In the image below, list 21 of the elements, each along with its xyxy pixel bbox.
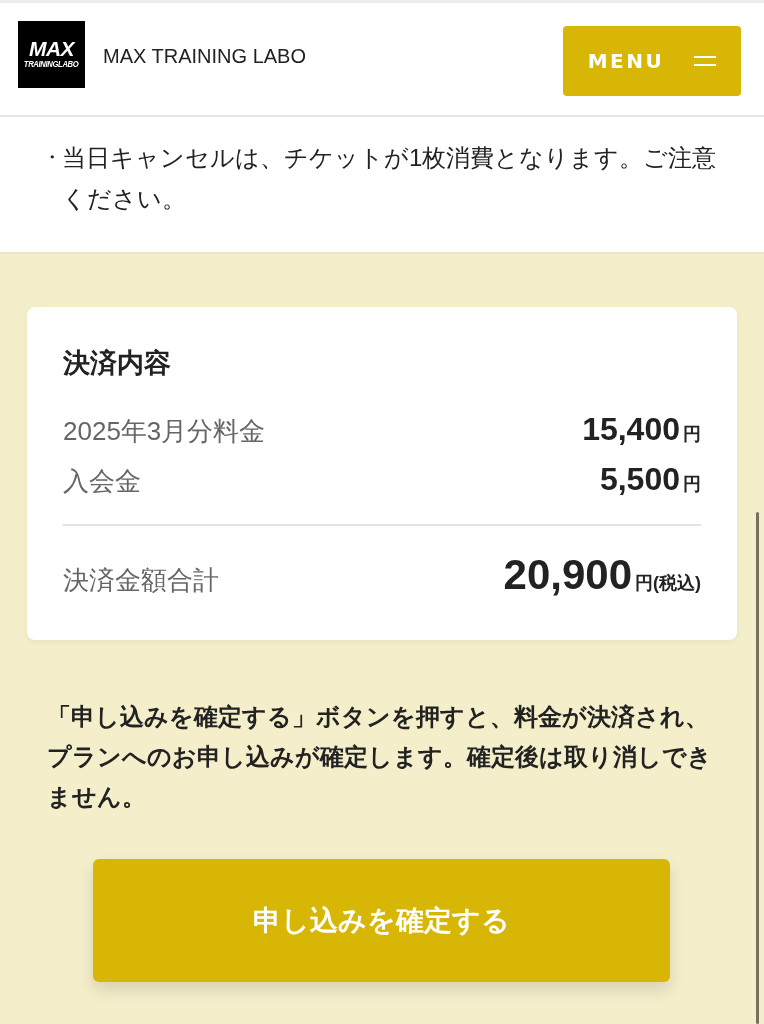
amount-value: 15,400 [582, 410, 680, 449]
fee-label: 入会金 [63, 465, 141, 498]
total-amount: 20,900 [503, 550, 632, 600]
menu-icon [694, 56, 717, 66]
fee-label: 2025年3月分料金 [63, 415, 266, 448]
currency-unit: 円 [683, 423, 701, 446]
card-title: 決済内容 [63, 347, 172, 380]
list-bullet: ・ [42, 145, 62, 170]
amount-value: 5,500 [599, 460, 680, 499]
logo[interactable]: MAX TRAININGLABO [18, 21, 85, 88]
logo-subtext: TRAININGLABO [24, 59, 79, 70]
site-name: MAX TRAINING LABO [103, 44, 306, 68]
confirm-button[interactable]: 申し込みを確定する [93, 859, 670, 982]
currency-unit: 円 [683, 473, 701, 496]
total-label: 決済金額合計 [63, 564, 219, 597]
menu-button[interactable]: MENU [563, 26, 741, 96]
logo-text: MAX [28, 39, 75, 59]
scrollbar-thumb[interactable] [756, 512, 759, 1024]
notice-text: 「申し込みを確定する」ボタンを押すと、料金が決済され、プランへのお申し込みが確定します。確定後は取り消しできません。 [47, 702, 713, 812]
note-text: 当日キャンセルは、チケットが1枚消費となります。ご注意ください。 [62, 143, 718, 214]
currency-unit: 円(税込) [635, 572, 701, 595]
